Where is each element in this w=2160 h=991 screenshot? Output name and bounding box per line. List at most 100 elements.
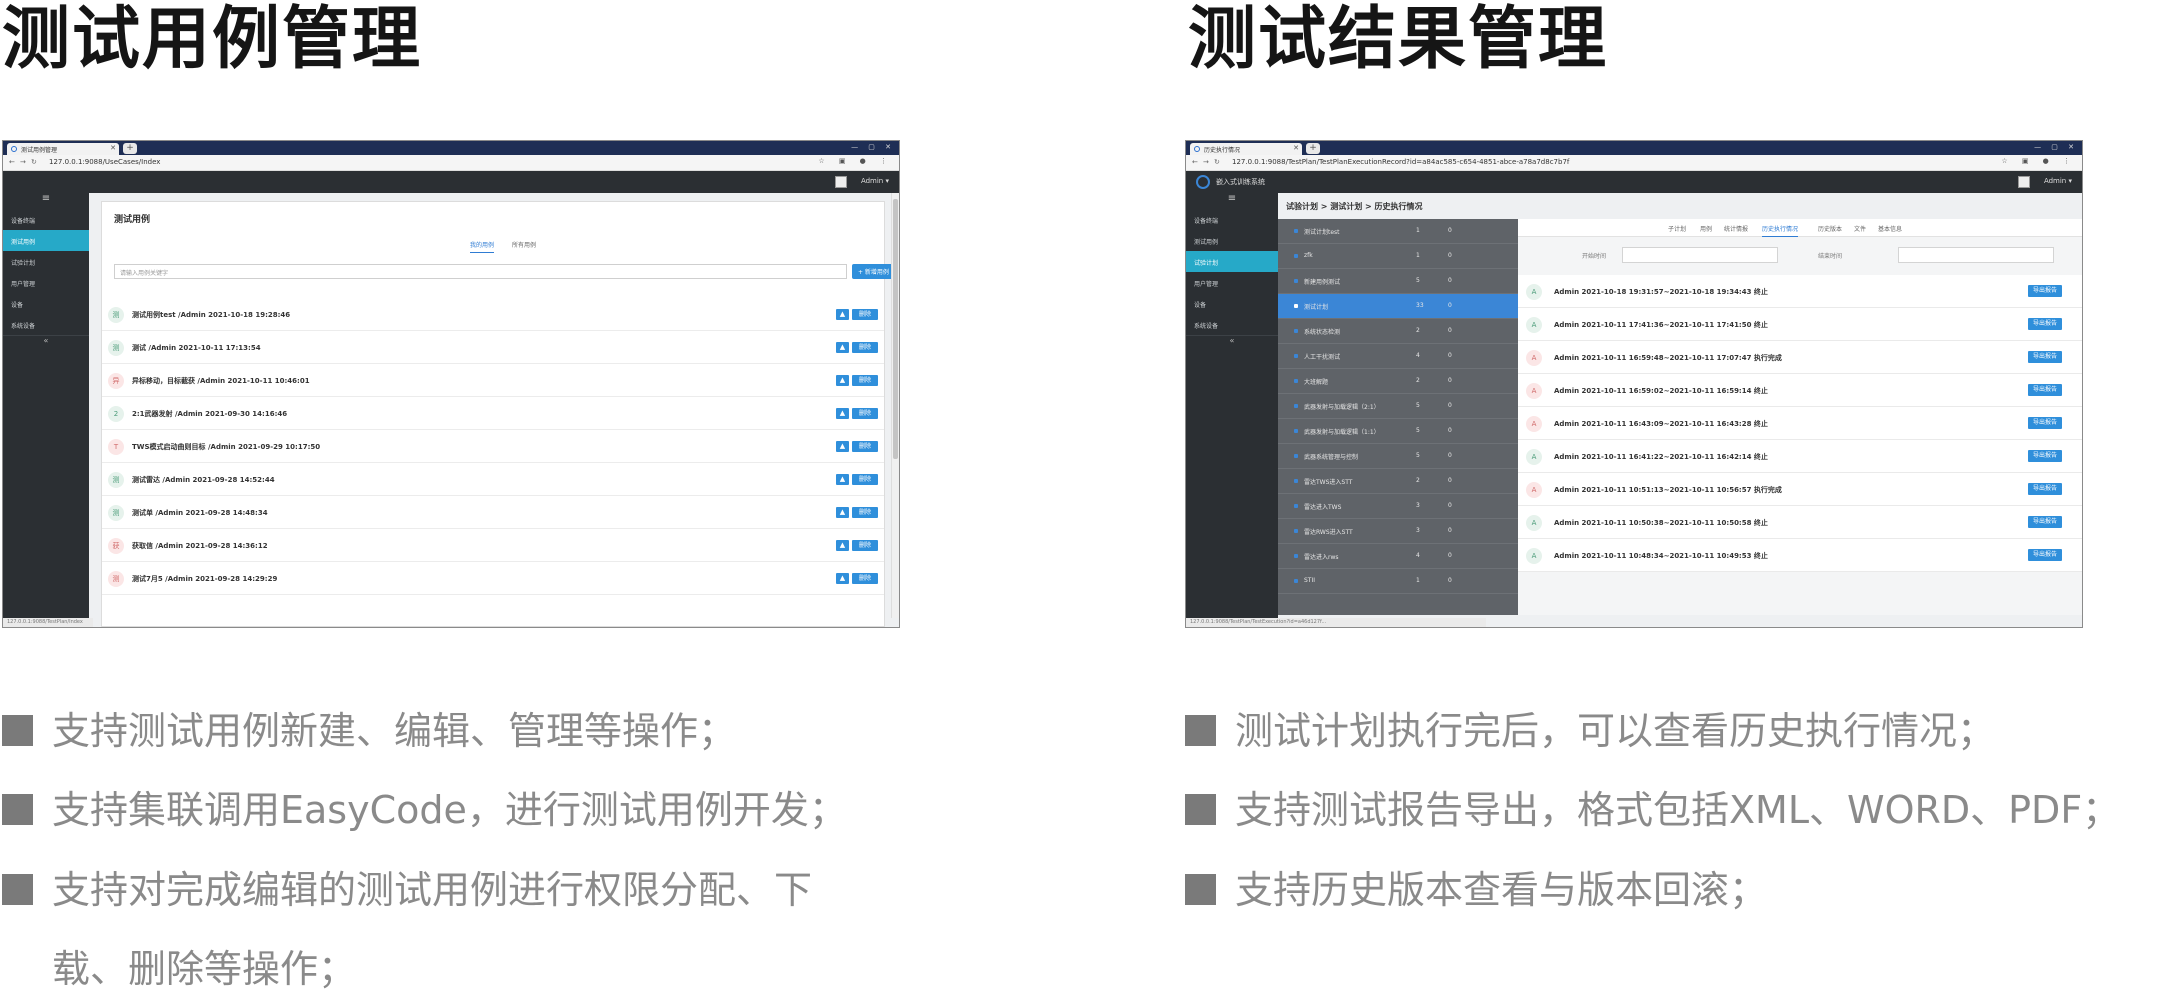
table-row[interactable]: 2 2:1武器发射 /Admin 2021-09-30 14:16:46 ▲ 删… [102, 397, 884, 430]
sidebar-item-testcases[interactable]: 测试用例 [1186, 230, 1278, 251]
forward-icon[interactable]: → [20, 158, 26, 166]
table-row[interactable]: A Admin 2021-10-11 16:59:48~2021-10-11 17… [1518, 341, 2082, 374]
list-item[interactable]: 测试计划test 1 0 [1278, 219, 1518, 244]
scrollbar-thumb[interactable] [893, 199, 898, 459]
list-item[interactable]: 新建用例测试 5 0 [1278, 269, 1518, 294]
browser-actions[interactable]: ☆ ▣ ● ⋮ [818, 157, 893, 165]
delete-button[interactable]: 删除 [852, 474, 878, 485]
list-item[interactable]: 武器系统管理与控制 5 0 [1278, 444, 1518, 469]
url-text[interactable]: 127.0.0.1:9088/UseCases/Index [49, 158, 160, 166]
list-item[interactable]: STII 1 0 [1278, 569, 1518, 594]
new-tab-button[interactable]: + [1306, 143, 1320, 154]
tab-history[interactable]: 历史执行情况 [1762, 224, 1799, 237]
window-controls[interactable]: — ▢ ✕ [2034, 143, 2078, 151]
table-row[interactable]: T TWS模式启动曲则目标 /Admin 2021-09-29 10:17:50… [102, 430, 884, 463]
forward-icon[interactable]: → [1203, 158, 1209, 166]
list-item[interactable]: 雷达进入TWS 3 0 [1278, 494, 1518, 519]
delete-button[interactable]: 删除 [852, 408, 878, 419]
sidebar-item-testplans[interactable]: 试验计划 [1186, 251, 1278, 272]
download-icon[interactable]: ▲ [836, 441, 849, 452]
delete-button[interactable]: 删除 [852, 540, 878, 551]
delete-button[interactable]: 删除 [852, 507, 878, 518]
list-item[interactable]: 人工干扰测试 4 0 [1278, 344, 1518, 369]
delete-button[interactable]: 删除 [852, 441, 878, 452]
export-report-button[interactable]: 导出报告 [2028, 351, 2062, 363]
testcase-label[interactable]: 2:1武器发射 /Admin 2021-09-30 14:16:46 [132, 409, 287, 419]
export-report-button[interactable]: 导出报告 [2028, 285, 2062, 297]
testcase-label[interactable]: 异标移动，目标截获 /Admin 2021-10-11 10:46:01 [132, 376, 310, 386]
table-row[interactable]: A Admin 2021-10-11 16:59:02~2021-10-11 16… [1518, 374, 2082, 407]
table-row[interactable]: A Admin 2021-10-11 16:41:22~2021-10-11 16… [1518, 440, 2082, 473]
list-item[interactable]: 雷达TWS进入STT 2 0 [1278, 469, 1518, 494]
export-report-button[interactable]: 导出报告 [2028, 450, 2062, 462]
list-item[interactable]: 大班解题 2 0 [1278, 369, 1518, 394]
start-time-input[interactable] [1622, 247, 1778, 263]
sidebar-item-system[interactable]: 系统设备 [3, 314, 89, 335]
table-row[interactable]: A Admin 2021-10-11 16:43:09~2021-10-11 16… [1518, 407, 2082, 440]
admin-menu[interactable]: Admin ▾ [2044, 177, 2072, 185]
delete-button[interactable]: 删除 [852, 375, 878, 386]
table-row[interactable]: A Admin 2021-10-18 19:31:57~2021-10-18 19… [1518, 275, 2082, 308]
export-report-button[interactable]: 导出报告 [2028, 318, 2062, 330]
sidebar-item-users[interactable]: 用户管理 [3, 272, 89, 293]
table-row[interactable]: A Admin 2021-10-11 10:50:38~2021-10-11 10… [1518, 506, 2082, 539]
sidebar-item-devices[interactable]: 设备终端 [1186, 209, 1278, 230]
tab-my-cases[interactable]: 我的用例 [470, 240, 495, 253]
testcase-label[interactable]: 测试单 /Admin 2021-09-28 14:48:34 [132, 508, 268, 518]
browser-tab[interactable]: 历史执行情况 ✕ [1190, 143, 1302, 155]
reload-icon[interactable]: ↻ [1214, 158, 1220, 166]
testcase-label[interactable]: 测试用例test /Admin 2021-10-18 19:28:46 [132, 310, 290, 320]
testcase-label[interactable]: 测试7月5 /Admin 2021-09-28 14:29:29 [132, 574, 277, 584]
back-icon[interactable]: ← [1192, 158, 1198, 166]
export-report-button[interactable]: 导出报告 [2028, 549, 2062, 561]
address-bar[interactable]: ← → ↻ 127.0.0.1:9088/UseCases/Index ☆ ▣ … [3, 155, 899, 171]
table-row[interactable]: 测 测试雷达 /Admin 2021-09-28 14:52:44 ▲ 删除 [102, 463, 884, 496]
back-icon[interactable]: ← [9, 158, 15, 166]
collapse-icon[interactable]: « [1186, 335, 1278, 349]
export-report-button[interactable]: 导出报告 [2028, 483, 2062, 495]
download-icon[interactable]: ▲ [836, 474, 849, 485]
close-icon[interactable]: ✕ [110, 144, 116, 152]
download-icon[interactable]: ▲ [836, 540, 849, 551]
table-row[interactable]: 测 测试 /Admin 2021-10-11 17:13:54 ▲ 删除 [102, 331, 884, 364]
table-row[interactable]: A Admin 2021-10-11 10:48:34~2021-10-11 10… [1518, 539, 2082, 572]
new-tab-button[interactable]: + [123, 143, 137, 154]
scrollbar[interactable] [891, 193, 899, 618]
list-item[interactable]: 武器发射与加载逻辑（1:1） 5 0 [1278, 419, 1518, 444]
window-controls[interactable]: — ▢ ✕ [851, 143, 895, 151]
table-row[interactable]: 测 测试用例test /Admin 2021-10-18 19:28:46 ▲ … [102, 298, 884, 331]
tab-statistics[interactable]: 统计情报 [1724, 224, 1748, 233]
export-report-button[interactable]: 导出报告 [2028, 384, 2062, 396]
export-report-button[interactable]: 导出报告 [2028, 516, 2062, 528]
sidebar-item-devices[interactable]: 设备终端 [3, 209, 89, 230]
list-item[interactable]: 雷达进入rws 4 0 [1278, 544, 1518, 569]
download-icon[interactable]: ▲ [836, 309, 849, 320]
table-row[interactable]: 测 测试7月5 /Admin 2021-09-28 14:29:29 ▲ 删除 [102, 562, 884, 595]
download-icon[interactable]: ▲ [836, 375, 849, 386]
tab-cases[interactable]: 用例 [1700, 224, 1712, 233]
sidebar-item-equipment[interactable]: 设备 [3, 293, 89, 314]
testcase-label[interactable]: TWS模式启动曲则目标 /Admin 2021-09-29 10:17:50 [132, 442, 320, 452]
table-row[interactable]: 异 异标移动，目标截获 /Admin 2021-10-11 10:46:01 ▲… [102, 364, 884, 397]
address-bar[interactable]: ← → ↻ 127.0.0.1:9088/TestPlan/TestPlanEx… [1186, 155, 2082, 171]
sidebar-item-testplans[interactable]: 试验计划 [3, 251, 89, 272]
table-row[interactable]: 测 测试单 /Admin 2021-09-28 14:48:34 ▲ 删除 [102, 496, 884, 529]
tab-all-cases[interactable]: 所有用例 [512, 240, 536, 249]
url-text[interactable]: 127.0.0.1:9088/TestPlan/TestPlanExecutio… [1232, 158, 1569, 166]
reload-icon[interactable]: ↻ [31, 158, 37, 166]
sidebar-item-testcases[interactable]: 测试用例 [3, 230, 89, 251]
tab-info[interactable]: 基本信息 [1878, 224, 1902, 233]
list-item[interactable]: 雷达RWS进入STT 3 0 [1278, 519, 1518, 544]
list-item-selected[interactable]: 测试计划 33 0 [1278, 294, 1518, 319]
tab-subplans[interactable]: 子计划 [1668, 224, 1686, 233]
list-item[interactable]: 武器发射与加载逻辑（2:1） 5 0 [1278, 394, 1518, 419]
list-item[interactable]: zfk 1 0 [1278, 244, 1518, 269]
tab-files[interactable]: 文件 [1854, 224, 1866, 233]
delete-button[interactable]: 删除 [852, 573, 878, 584]
browser-actions[interactable]: ☆ ▣ ● ⋮ [2001, 157, 2076, 165]
admin-menu[interactable]: Admin ▾ [861, 177, 889, 185]
testcase-label[interactable]: 测试雷达 /Admin 2021-09-28 14:52:44 [132, 475, 275, 485]
avatar[interactable] [2018, 176, 2030, 188]
hamburger-icon[interactable]: ≡ [3, 193, 89, 209]
download-icon[interactable]: ▲ [836, 573, 849, 584]
